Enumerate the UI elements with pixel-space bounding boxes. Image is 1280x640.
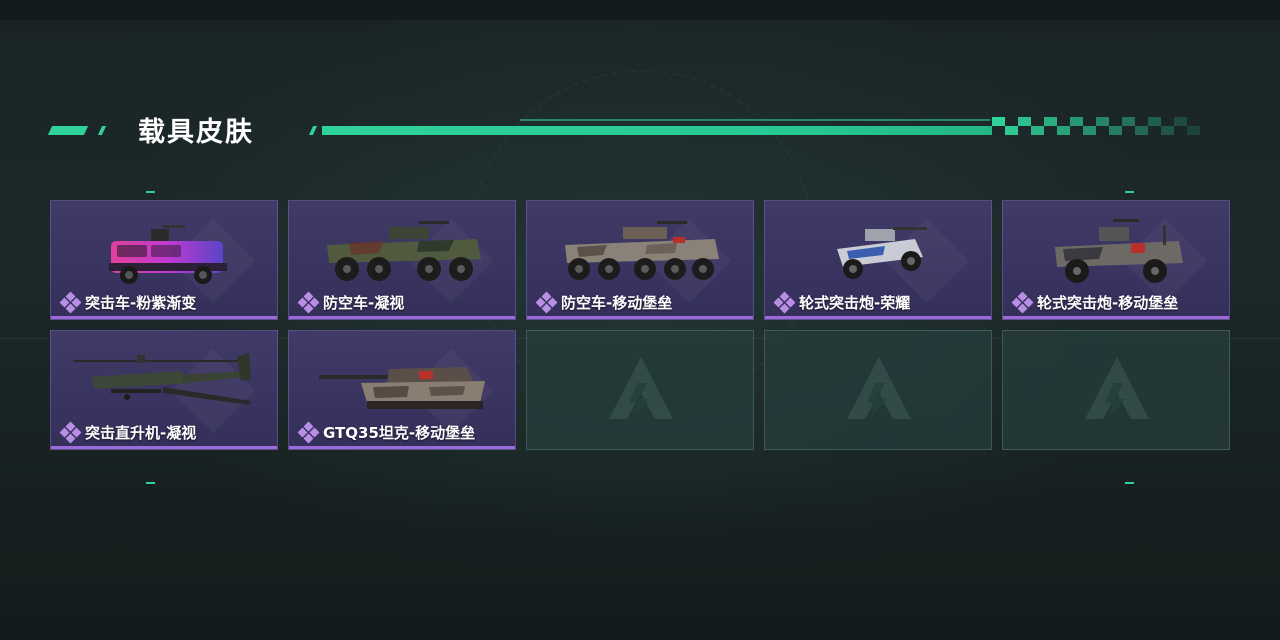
purple-gem-icon [59, 421, 82, 443]
checker-cell [1109, 126, 1122, 135]
skin-label: 轮式突击炮-荣耀 [773, 291, 911, 313]
checker-cell [1187, 126, 1200, 135]
purple-gem-icon [59, 291, 82, 313]
purple-gem-icon [297, 291, 320, 313]
checker-cell [1122, 117, 1135, 126]
checker-cell [1148, 126, 1161, 135]
header-accent-bar [47, 126, 89, 135]
skin-tile[interactable]: 突击直升机-凝视 [50, 330, 278, 450]
skin-label: 突击车-粉紫渐变 [59, 291, 197, 313]
checker-cell [1057, 117, 1070, 126]
top-band [0, 0, 1280, 20]
page-title: 载具皮肤 [138, 117, 254, 148]
skin-tile[interactable]: 轮式突击炮-荣耀 [764, 200, 992, 320]
checker-cell [1005, 117, 1018, 126]
game-logo-placeholder-icon [847, 357, 911, 419]
corner-tick [146, 482, 155, 484]
empty-skin-slot [526, 330, 754, 450]
skin-name: 突击直升机-凝视 [85, 424, 197, 442]
skin-label: 轮式突击炮-移动堡垒 [1011, 291, 1179, 313]
empty-skin-slot [764, 330, 992, 450]
purple-gem-icon [1011, 291, 1034, 313]
header-checker-pattern [992, 117, 1200, 135]
skin-name: 防空车-凝视 [323, 294, 405, 312]
skin-tile[interactable]: 突击车-粉紫渐变 [50, 200, 278, 320]
checker-cell [1083, 126, 1096, 135]
skin-label: 突击直升机-凝视 [59, 421, 197, 443]
checker-cell [1096, 117, 1109, 126]
skin-label: 防空车-移动堡垒 [535, 291, 673, 313]
skin-label: 防空车-凝视 [297, 291, 405, 313]
skin-tile[interactable]: 防空车-移动堡垒 [526, 200, 754, 320]
skin-name: GTQ35坦克-移动堡垒 [323, 424, 476, 442]
header-accent-tick [97, 126, 107, 135]
skin-tile[interactable]: 轮式突击炮-移动堡垒 [1002, 200, 1230, 320]
checker-cell [1174, 117, 1187, 126]
checker-cell [1070, 126, 1083, 135]
checker-cell [1057, 126, 1070, 135]
purple-gem-icon [773, 291, 796, 313]
purple-gem-icon [535, 291, 558, 313]
skin-label: GTQ35坦克-移动堡垒 [297, 421, 476, 443]
checker-cell [1161, 117, 1174, 126]
checker-cell [1044, 126, 1057, 135]
checker-cell [992, 126, 1005, 135]
checker-cell [1005, 126, 1018, 135]
skin-tile[interactable]: 防空车-凝视 [288, 200, 516, 320]
corner-tick [1125, 191, 1134, 193]
checker-cell [992, 117, 1005, 126]
checker-cell [1187, 117, 1200, 126]
skin-grid: 突击车-粉紫渐变 防空车-凝视 防空车-移动堡垒 轮式突击炮-荣耀 轮式突击炮-… [50, 200, 1230, 450]
checker-cell [1122, 126, 1135, 135]
purple-gem-icon [297, 421, 320, 443]
checker-cell [1083, 117, 1096, 126]
checker-cell [1174, 126, 1187, 135]
game-logo-placeholder-icon [1085, 357, 1149, 419]
checker-cell [1018, 126, 1031, 135]
checker-cell [1096, 126, 1109, 135]
skin-name: 轮式突击炮-移动堡垒 [1037, 294, 1179, 312]
skin-tile[interactable]: GTQ35坦克-移动堡垒 [288, 330, 516, 450]
checker-cell [1031, 126, 1044, 135]
skin-name: 突击车-粉紫渐变 [85, 294, 197, 312]
checker-cell [1161, 126, 1174, 135]
checker-cell [1135, 126, 1148, 135]
checker-cell [1148, 117, 1161, 126]
background-scenery [0, 470, 1280, 640]
corner-tick [146, 191, 155, 193]
checker-cell [1070, 117, 1083, 126]
empty-skin-slot [1002, 330, 1230, 450]
skin-name: 防空车-移动堡垒 [561, 294, 673, 312]
header-accent-tick [308, 126, 318, 135]
header-thin-line [520, 119, 990, 121]
corner-tick [1125, 482, 1134, 484]
checker-cell [1018, 117, 1031, 126]
checker-cell [1109, 117, 1122, 126]
header-progress-line [322, 126, 992, 135]
skin-name: 轮式突击炮-荣耀 [799, 294, 911, 312]
checker-cell [1044, 117, 1057, 126]
checker-cell [1031, 117, 1044, 126]
checker-cell [1135, 117, 1148, 126]
game-logo-placeholder-icon [609, 357, 673, 419]
